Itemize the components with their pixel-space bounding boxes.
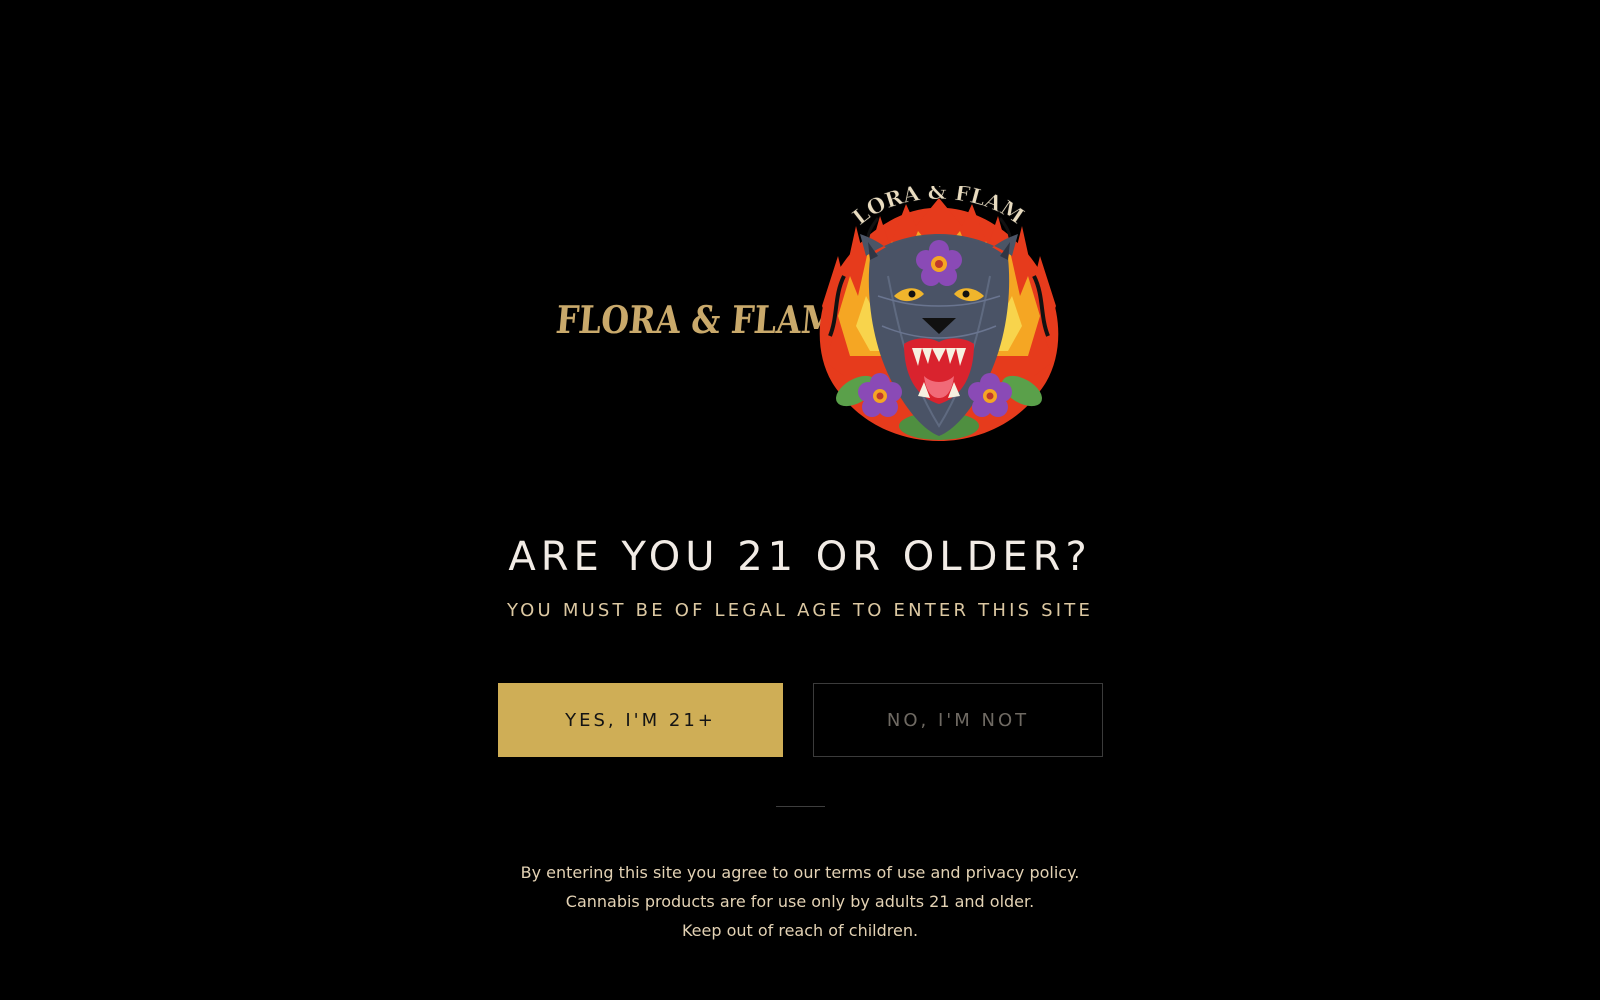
age-gate-modal: FLORA & FLAME LORA & FLAM ARE YOU 21 OR … xyxy=(0,0,1600,1000)
panther-flame-emblem-icon: FLORA & FLAME xyxy=(808,186,1070,446)
brand-wordmark: FLORA & FLAME xyxy=(536,290,863,350)
page-title: ARE YOU 21 OR OLDER? xyxy=(508,534,1092,580)
deny-age-button[interactable]: NO, I'M NOT xyxy=(813,683,1103,757)
legal-disclaimer: By entering this site you agree to our t… xyxy=(0,858,1600,945)
brand-wordmark-text: FLORA & FLAME xyxy=(554,297,863,342)
disclaimer-line-children: Keep out of reach of children. xyxy=(681,921,919,940)
brand-lockup: FLORA & FLAME LORA & FLAM xyxy=(530,186,1070,446)
disclaimer-line-terms: By entering this site you agree to our t… xyxy=(520,863,1080,882)
confirm-age-button[interactable]: YES, I'M 21+ xyxy=(498,683,783,757)
page-subtitle: YOU MUST BE OF LEGAL AGE TO ENTER THIS S… xyxy=(506,600,1094,621)
divider xyxy=(776,806,825,807)
disclaimer-line-adults: Cannabis products are for use only by ad… xyxy=(565,892,1035,911)
